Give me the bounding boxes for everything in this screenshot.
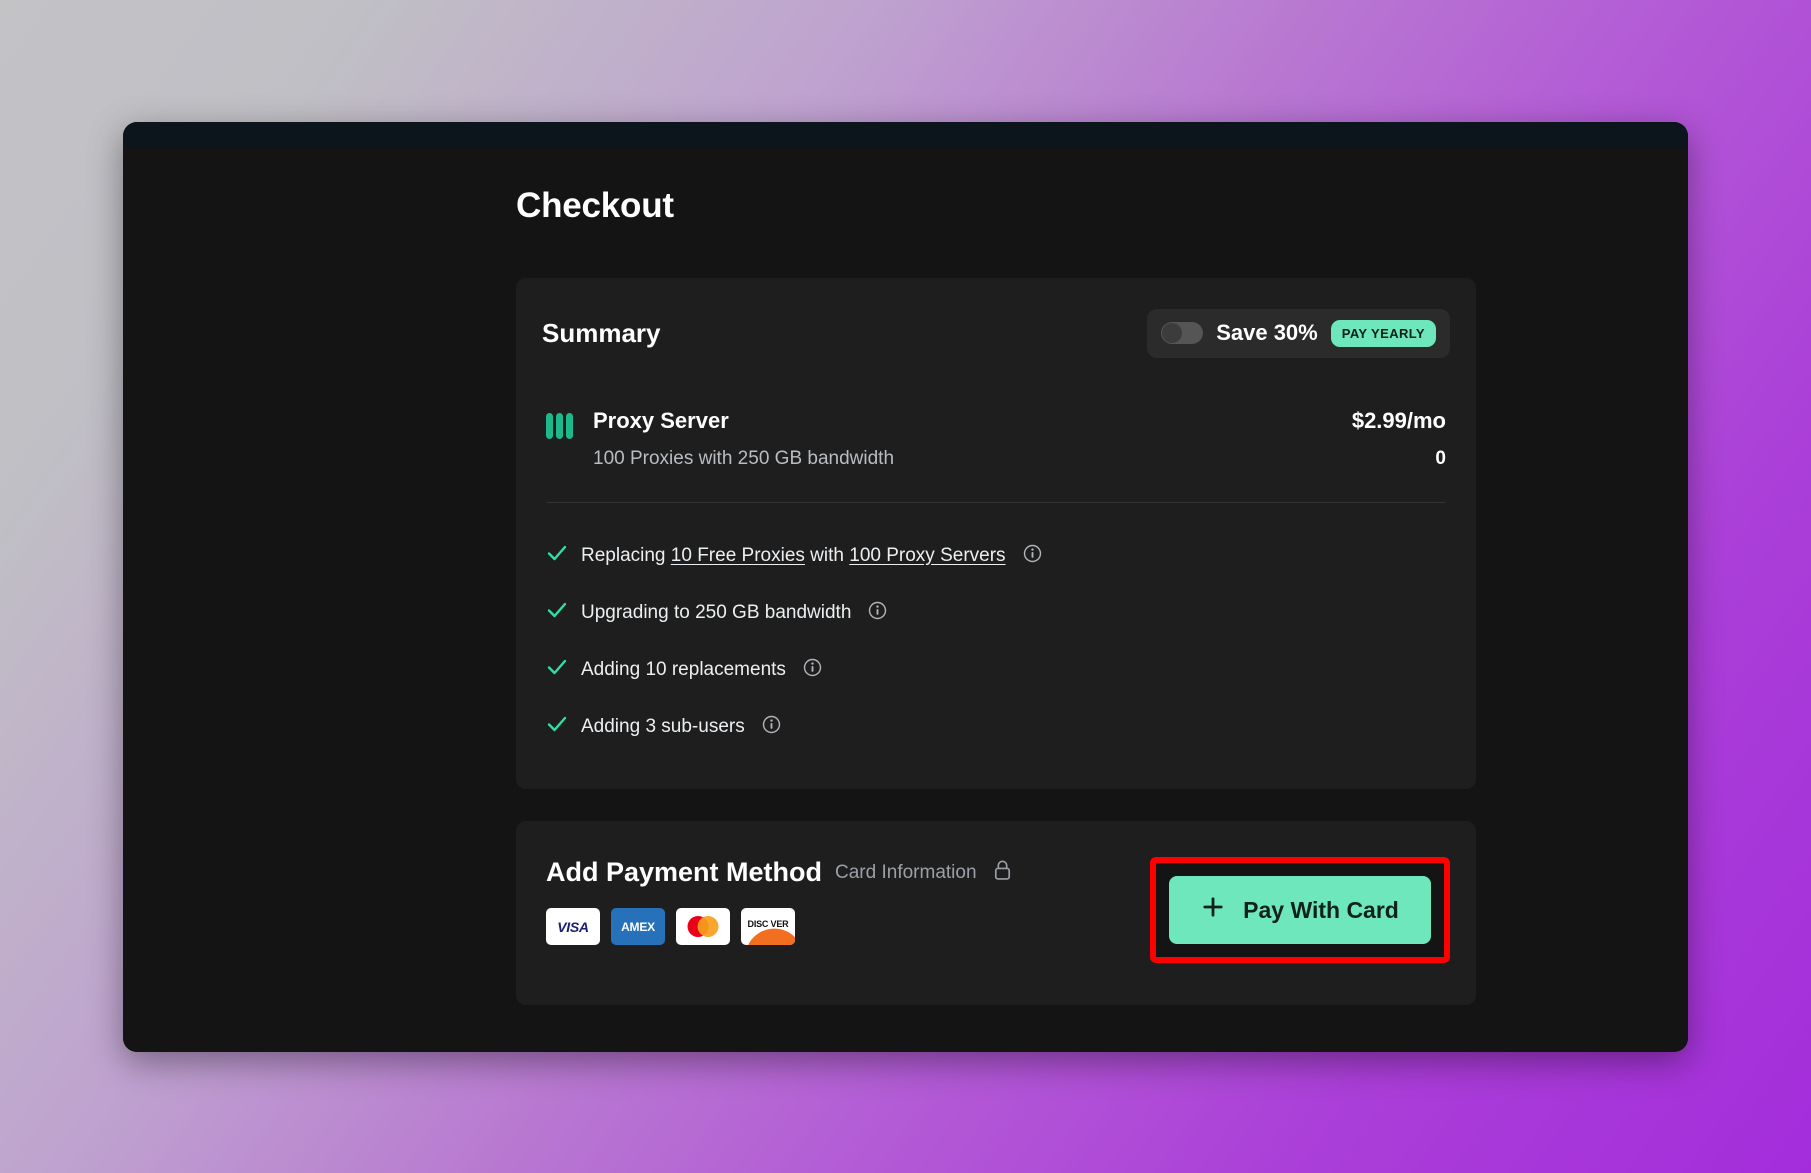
feature-link-to: 100 Proxy Servers <box>849 544 1006 566</box>
check-icon <box>546 713 568 740</box>
summary-panel: Summary Save 30% PAY YEARLY Proxy Server… <box>516 278 1476 789</box>
add-payment-method-panel: Add Payment Method Card Information VISA <box>516 821 1476 1005</box>
billing-period-control[interactable]: Save 30% PAY YEARLY <box>1147 308 1450 358</box>
product-price-column: $2.99/mo 0 <box>1296 408 1446 470</box>
summary-header: Summary Save 30% PAY YEARLY <box>542 304 1450 362</box>
info-icon[interactable] <box>868 601 887 625</box>
info-icon[interactable] <box>803 658 822 682</box>
feature-item-sub-users: Adding 3 sub-users <box>546 698 1450 755</box>
checkout-window: Checkout Summary Save 30% PAY YEARLY Pro… <box>123 122 1688 1052</box>
check-icon <box>546 599 568 626</box>
feature-label: Replacing 10 Free Proxies with 100 Proxy… <box>581 545 1006 567</box>
pay-with-card-label: Pay With Card <box>1243 896 1399 923</box>
product-name: Proxy Server <box>593 408 729 433</box>
feature-item-replacements: Adding 10 replacements <box>546 641 1450 698</box>
card-information-label: Card Information <box>835 861 977 883</box>
visa-card-icon: VISA <box>546 908 600 945</box>
feature-middle: with <box>804 544 850 566</box>
summary-title: Summary <box>542 317 661 348</box>
pay-with-card-button[interactable]: Pay With Card <box>1169 876 1431 944</box>
summary-divider <box>546 502 1446 503</box>
save-percent-label: Save 30% <box>1216 320 1318 345</box>
amex-label: AMEX <box>621 919 655 934</box>
window-body: Checkout Summary Save 30% PAY YEARLY Pro… <box>123 148 1688 1052</box>
info-icon[interactable] <box>1023 544 1042 568</box>
info-icon[interactable] <box>762 715 781 739</box>
window-titlebar <box>123 122 1688 148</box>
feature-list: Replacing 10 Free Proxies with 100 Proxy… <box>542 527 1450 755</box>
feature-label: Upgrading to 250 GB bandwidth <box>581 601 852 623</box>
feature-item-upgrading: Upgrading to 250 GB bandwidth <box>546 584 1450 641</box>
feature-link-from: 10 Free Proxies <box>670 544 805 566</box>
accepted-card-brands: VISA AMEX DISC VER <box>546 908 1012 945</box>
pay-yearly-badge[interactable]: PAY YEARLY <box>1330 319 1436 347</box>
check-icon <box>546 656 568 683</box>
payment-left-column: Add Payment Method Card Information VISA <box>542 857 1012 945</box>
feature-item-replacing: Replacing 10 Free Proxies with 100 Proxy… <box>546 527 1450 584</box>
product-details: Proxy Server 100 Proxies with 250 GB ban… <box>590 408 1296 470</box>
discover-label: DISC VER <box>747 918 789 929</box>
feature-label: Adding 3 sub-users <box>581 715 745 737</box>
visa-label: VISA <box>557 918 589 935</box>
feature-prefix: Replacing <box>581 544 671 566</box>
feature-label: Adding 10 replacements <box>581 658 786 680</box>
lock-icon <box>993 859 1012 886</box>
discover-card-icon: DISC VER <box>741 908 795 945</box>
proxy-bars-icon <box>546 413 574 444</box>
payment-title: Add Payment Method <box>546 857 823 887</box>
mastercard-card-icon <box>676 908 730 945</box>
amex-card-icon: AMEX <box>611 908 665 945</box>
pay-button-highlight-box: Pay With Card <box>1150 857 1450 963</box>
product-description: 100 Proxies with 250 GB bandwidth <box>593 448 895 469</box>
payment-heading-row: Add Payment Method Card Information <box>546 857 1012 888</box>
page-title: Checkout <box>516 186 674 225</box>
billing-period-toggle[interactable] <box>1161 322 1204 344</box>
product-row: Proxy Server 100 Proxies with 250 GB ban… <box>542 408 1450 470</box>
product-quantity: 0 <box>1435 448 1446 469</box>
plus-icon <box>1201 895 1225 925</box>
check-icon <box>546 542 568 569</box>
product-price: $2.99/mo <box>1351 408 1446 433</box>
